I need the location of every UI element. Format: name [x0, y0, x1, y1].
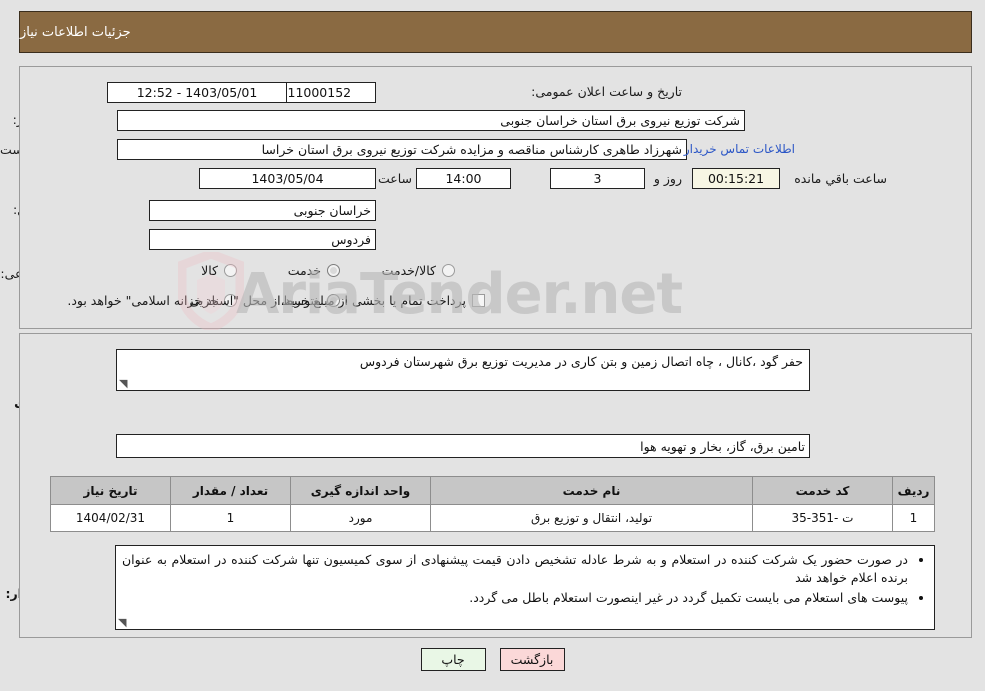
- deadline-days-label: روز و: [653, 171, 682, 186]
- deadline-countdown-label: ساعت باقي مانده: [794, 171, 887, 186]
- cell-code: ت -351-35: [752, 504, 893, 532]
- radio-khedmat-icon[interactable]: [327, 264, 340, 277]
- description-text: حفر گود ،کانال ، چاه اتصال زمین و بتن کا…: [359, 354, 803, 369]
- col-name: نام خدمت: [430, 476, 753, 505]
- buyer-notes-textarea[interactable]: در صورت حضور یک شرکت کننده در استعلام و …: [115, 545, 935, 630]
- category-option-khedmat[interactable]: خدمت: [288, 263, 340, 278]
- deadline-time: 14:00: [416, 168, 511, 189]
- col-radif: ردیف: [892, 476, 935, 505]
- page-root: AriaTender.net جزئیات اطلاعات نیاز شماره…: [0, 0, 985, 691]
- treasury-checkbox-icon[interactable]: [472, 294, 485, 307]
- col-date: تاریخ نیاز: [50, 476, 171, 505]
- print-button[interactable]: چاپ: [420, 648, 486, 671]
- cell-unit: مورد: [290, 504, 431, 532]
- table-row: 1 ت -351-35 تولید، انتقال و توزیع برق مو…: [50, 504, 935, 532]
- cell-radif: 1: [892, 504, 935, 532]
- need-info-panel: [19, 66, 972, 329]
- category-option-khedmat-label: خدمت: [287, 263, 321, 278]
- list-item: در صورت حضور یک شرکت کننده در استعلام و …: [122, 551, 908, 587]
- window-title-bar: جزئیات اطلاعات نیاز: [19, 11, 972, 53]
- treasury-note-label: پرداخت تمام یا بخشی از مبلغ خرید،از محل …: [67, 293, 466, 308]
- category-option-kala-khedmat-label: کالا/خدمت: [381, 263, 436, 278]
- category-option-kala-label: کالا: [201, 263, 218, 278]
- requester-value: شهرزاد طاهری کارشناس مناقصه و مزایده شرک…: [117, 139, 687, 160]
- cell-qty: 1: [170, 504, 291, 532]
- delivery-province-value: خراسان جنوبی: [149, 200, 376, 221]
- back-button[interactable]: بازگشت: [499, 648, 565, 671]
- category-option-kala[interactable]: کالا: [201, 263, 237, 278]
- col-unit: واحد اندازه گیری: [290, 476, 431, 505]
- cell-date: 1404/02/31: [50, 504, 171, 532]
- deadline-time-label: ساعت: [377, 171, 412, 186]
- col-code: کد خدمت: [752, 476, 893, 505]
- buyer-org-value: شرکت توزیع نیروی برق استان خراسان جنوبی: [117, 110, 745, 131]
- radio-kala-icon[interactable]: [224, 264, 237, 277]
- page-title: جزئیات اطلاعات نیاز: [20, 24, 131, 40]
- category-option-kala-khedmat[interactable]: کالا/خدمت: [382, 263, 455, 278]
- col-qty: تعداد / مقدار: [170, 476, 291, 505]
- deadline-date: 1403/05/04: [199, 168, 376, 189]
- radio-kala-khedmat-icon[interactable]: [442, 264, 455, 277]
- cell-name: تولید، انتقال و توزیع برق: [430, 504, 753, 532]
- announce-datetime-row: تاریخ و ساعت اعلان عمومی:: [531, 84, 682, 99]
- description-textarea[interactable]: حفر گود ،کانال ، چاه اتصال زمین و بتن کا…: [116, 349, 810, 391]
- action-buttons: بازگشت چاپ: [0, 648, 985, 671]
- deadline-countdown: 00:15:21: [692, 168, 780, 189]
- announce-datetime-label: تاریخ و ساعت اعلان عمومی:: [531, 84, 682, 99]
- service-group-value: تامین برق، گاز، بخار و تهویه هوا: [116, 434, 810, 458]
- buyer-contact-link[interactable]: اطلاعات تماس خریدار: [684, 142, 795, 156]
- treasury-note-group[interactable]: پرداخت تمام یا بخشی از مبلغ خرید،از محل …: [67, 293, 485, 308]
- items-table-header-row: ردیف کد خدمت نام خدمت واحد اندازه گیری ت…: [50, 476, 935, 505]
- deadline-days: 3: [550, 168, 645, 189]
- resize-grip-icon[interactable]: ◤: [119, 377, 129, 390]
- buyer-notes-list: در صورت حضور یک شرکت کننده در استعلام و …: [122, 551, 928, 607]
- announce-datetime-value: 1403/05/01 - 12:52: [107, 82, 287, 103]
- items-table: ردیف کد خدمت نام خدمت واحد اندازه گیری ت…: [50, 476, 935, 532]
- resize-grip-icon[interactable]: ◤: [118, 616, 128, 629]
- list-item: پیوست های استعلام می بایست تکمیل گردد در…: [122, 589, 908, 607]
- delivery-city-value: فردوس: [149, 229, 376, 250]
